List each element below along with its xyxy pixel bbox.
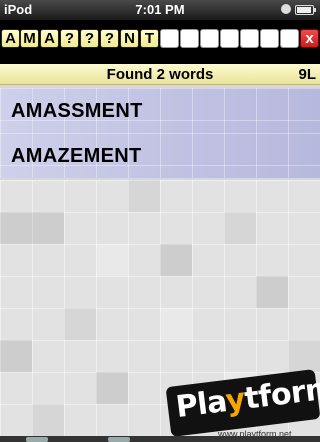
clock: 7:01 PM <box>135 2 185 17</box>
search-icon[interactable] <box>26 437 48 442</box>
pattern-tile[interactable]: N <box>120 29 139 48</box>
word-length-label: 9L <box>298 66 316 83</box>
list-icon[interactable] <box>108 437 130 442</box>
found-count-label: Found 2 words <box>106 66 214 83</box>
result-word: AMASSMENT <box>11 100 143 122</box>
pattern-tile[interactable]: A <box>1 29 20 48</box>
pattern-tile-empty[interactable] <box>240 29 259 48</box>
found-bar: Found 2 words 9L <box>0 64 320 85</box>
pattern-tile[interactable]: M <box>20 29 39 48</box>
pattern-tile[interactable]: T <box>140 29 159 48</box>
result-row[interactable]: AMASSMENT <box>0 88 320 133</box>
pattern-tile-empty[interactable] <box>260 29 279 48</box>
pattern-tile-empty[interactable] <box>160 29 179 48</box>
result-row[interactable]: AMAZEMENT <box>0 133 320 178</box>
pattern-tile[interactable]: ? <box>100 29 119 48</box>
pattern-tile-empty[interactable] <box>280 29 299 48</box>
clear-pattern-button[interactable]: x <box>300 29 319 48</box>
pattern-tile[interactable]: ? <box>80 29 99 48</box>
tab-bar[interactable] <box>0 436 320 442</box>
alarm-icon <box>281 4 291 14</box>
pattern-tile-empty[interactable] <box>200 29 219 48</box>
pattern-tile[interactable]: A <box>40 29 59 48</box>
pattern-tile[interactable]: ? <box>60 29 79 48</box>
battery-icon <box>295 5 316 15</box>
pattern-tile-empty[interactable] <box>180 29 199 48</box>
status-bar: iPod 7:01 PM <box>0 0 320 20</box>
result-word: AMAZEMENT <box>11 145 142 167</box>
pattern-tile-empty[interactable] <box>220 29 239 48</box>
